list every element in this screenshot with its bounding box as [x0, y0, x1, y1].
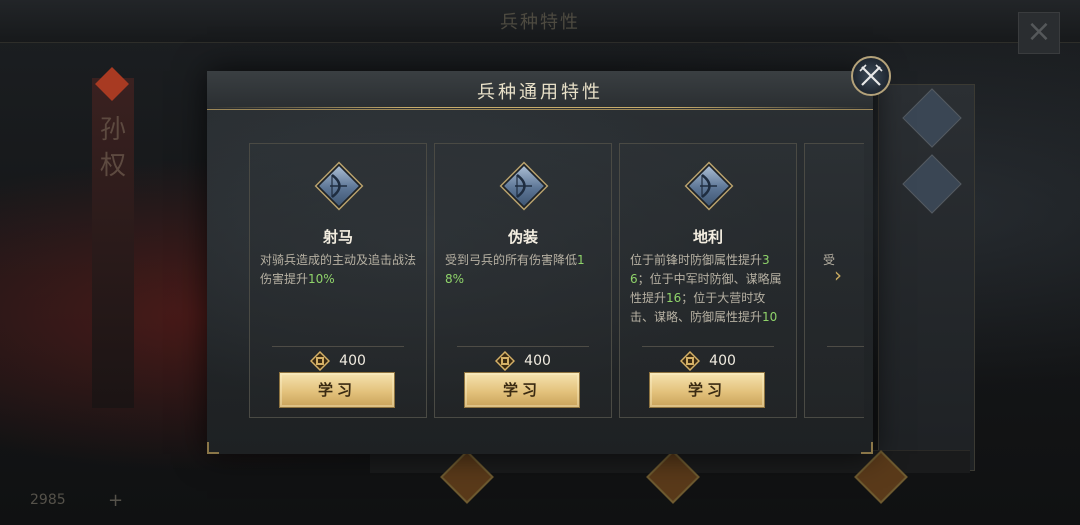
- learn-button[interactable]: 学习: [279, 372, 395, 408]
- bow-icon: [314, 161, 364, 211]
- trait-description: 对骑兵造成的主动及追击战法伤害提升10%: [260, 253, 417, 286]
- trait-modal: 兵种通用特性 射马 对骑兵造成的主动及追击战法伤害提升10% 400 学习 伪装…: [207, 71, 873, 454]
- background-commander-name: 孙权: [99, 115, 126, 181]
- trait-cost: 400: [250, 350, 426, 371]
- background-gold-value: 2985: [30, 492, 66, 508]
- trait-name: 地利: [692, 228, 723, 246]
- crossed-swords-icon: [859, 64, 883, 86]
- trait-description: 受到弓兵的所有伤害降低18%: [445, 253, 585, 286]
- background-close-icon: ×: [1018, 12, 1060, 54]
- merit-coin-icon: [495, 350, 516, 371]
- learn-button[interactable]: 学习: [464, 372, 580, 408]
- card-divider: [272, 346, 404, 347]
- merit-coin-icon: [680, 350, 701, 371]
- header-divider: [207, 107, 873, 108]
- bow-icon: [684, 161, 734, 211]
- trait-card-dili: 地利 位于前锋时防御属性提升36；位于中军时防御、谋略属性提升16；位于大营时攻…: [619, 143, 797, 418]
- cost-value: 400: [524, 352, 551, 369]
- background-topbar: 兵种特性: [0, 0, 1080, 43]
- trait-description: 位于前锋时防御属性提升36；位于中军时防御、谋略属性提升16；位于大营时攻击、谋…: [630, 253, 782, 324]
- close-button[interactable]: [851, 56, 891, 96]
- trait-cost: 400: [620, 350, 796, 371]
- trait-cost: 400: [435, 350, 611, 371]
- cost-value: 400: [339, 352, 366, 369]
- chevron-right-icon[interactable]: ›: [834, 263, 842, 287]
- trait-card-shema: 射马 对骑兵造成的主动及追击战法伤害提升10% 400 学习: [249, 143, 427, 418]
- bow-icon: [499, 161, 549, 211]
- corner-ornament: [861, 442, 873, 454]
- trait-name: 伪装: [507, 228, 538, 246]
- background-plus-icon: +: [108, 490, 124, 511]
- modal-title: 兵种通用特性: [477, 82, 603, 103]
- corner-ornament: [207, 442, 219, 454]
- card-divider: [642, 346, 774, 347]
- modal-header: 兵种通用特性: [207, 71, 873, 110]
- trait-card-weizhuang: 伪装 受到弓兵的所有伤害降低18% 400 学习: [434, 143, 612, 418]
- background-title: 兵种特性: [500, 12, 580, 33]
- background-unit-icon: [902, 88, 962, 148]
- card-divider: [827, 346, 864, 347]
- background-right-panel: [878, 84, 975, 471]
- merit-coin-icon: [310, 350, 331, 371]
- trait-name: 射马: [322, 228, 353, 246]
- cost-value: 400: [709, 352, 736, 369]
- card-divider: [457, 346, 589, 347]
- learn-button[interactable]: 学习: [649, 372, 765, 408]
- background-unit-icon: [902, 154, 962, 214]
